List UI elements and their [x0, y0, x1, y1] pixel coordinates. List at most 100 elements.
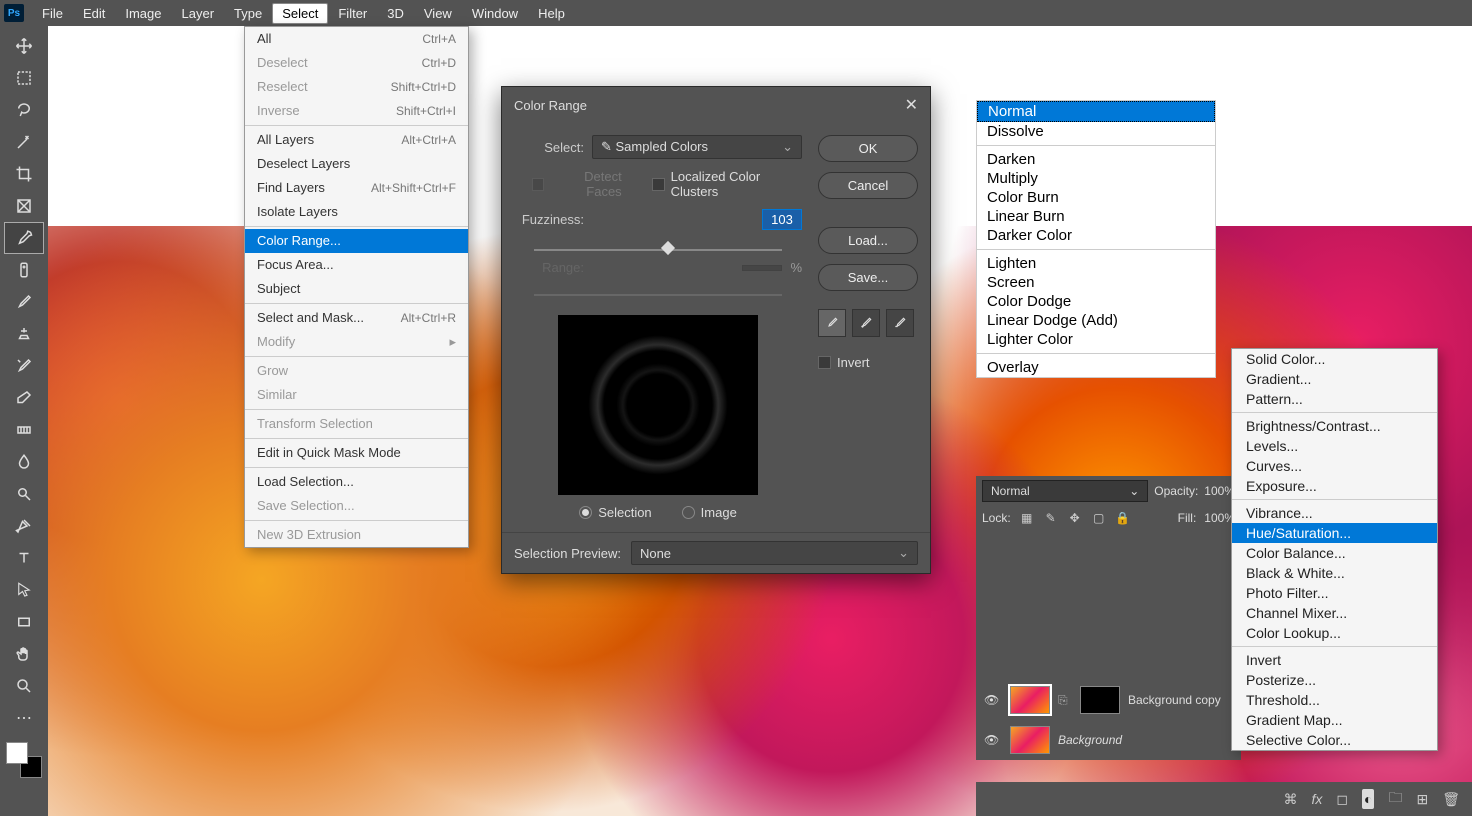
layer-thumbnail[interactable] [1010, 726, 1050, 754]
blend-mode-multiply[interactable]: Multiply [977, 169, 1215, 188]
lock-image-icon[interactable]: ✎ [1043, 510, 1059, 526]
layer-mask-thumbnail[interactable] [1080, 686, 1120, 714]
menubar-select[interactable]: Select [272, 3, 328, 24]
menu-item-load-selection-[interactable]: Load Selection... [245, 470, 468, 494]
crop-tool[interactable] [4, 158, 44, 190]
adjustment-curves-[interactable]: Curves... [1232, 456, 1437, 476]
layer-name[interactable]: Background [1058, 733, 1122, 747]
eyedropper-plus-icon[interactable] [852, 309, 880, 337]
blend-mode-lighten[interactable]: Lighten [977, 254, 1215, 273]
layer-thumbnail[interactable] [1010, 686, 1050, 714]
load-button[interactable]: Load... [818, 227, 918, 254]
blend-mode-dissolve[interactable]: Dissolve [977, 122, 1215, 141]
adjustment-invert[interactable]: Invert [1232, 650, 1437, 670]
menubar-file[interactable]: File [32, 3, 73, 24]
adjustment-layer-icon[interactable]: ◐ [1362, 789, 1374, 809]
menubar-help[interactable]: Help [528, 3, 575, 24]
close-icon[interactable]: ✕ [905, 95, 918, 115]
adjustment-levels-[interactable]: Levels... [1232, 436, 1437, 456]
hand-tool[interactable] [4, 638, 44, 670]
healing-brush-tool[interactable] [4, 254, 44, 286]
brush-tool[interactable] [4, 286, 44, 318]
adjustment-brightness-contrast-[interactable]: Brightness/Contrast... [1232, 416, 1437, 436]
delete-layer-icon[interactable]: 🗑 [1442, 791, 1460, 808]
adjustment-hue-saturation-[interactable]: Hue/Saturation... [1232, 523, 1437, 543]
menubar-3d[interactable]: 3D [377, 3, 414, 24]
adjustment-gradient-[interactable]: Gradient... [1232, 369, 1437, 389]
menu-item-isolate-layers[interactable]: Isolate Layers [245, 200, 468, 224]
link-layers-icon[interactable]: ⌘ [1284, 791, 1298, 808]
color-swatches[interactable] [6, 742, 42, 778]
menubar-edit[interactable]: Edit [73, 3, 115, 24]
menu-item-select-and-mask-[interactable]: Select and Mask...Alt+Ctrl+R [245, 306, 468, 330]
adjustment-solid-color-[interactable]: Solid Color... [1232, 349, 1437, 369]
adjustment-photo-filter-[interactable]: Photo Filter... [1232, 583, 1437, 603]
blend-mode-linear-dodge-add-[interactable]: Linear Dodge (Add) [977, 311, 1215, 330]
lasso-tool[interactable] [4, 94, 44, 126]
menu-item-find-layers[interactable]: Find LayersAlt+Shift+Ctrl+F [245, 176, 468, 200]
invert-checkbox[interactable] [818, 356, 831, 369]
menu-item-subject[interactable]: Subject [245, 277, 468, 301]
lock-position-icon[interactable]: ✥ [1067, 510, 1083, 526]
lock-artboard-icon[interactable]: ▢ [1091, 510, 1107, 526]
blend-mode-darken[interactable]: Darken [977, 150, 1215, 169]
localized-clusters-checkbox[interactable] [652, 178, 664, 191]
adjustment-color-lookup-[interactable]: Color Lookup... [1232, 623, 1437, 643]
eraser-tool[interactable] [4, 382, 44, 414]
menubar-filter[interactable]: Filter [328, 3, 377, 24]
ok-button[interactable]: OK [818, 135, 918, 162]
eyedropper-minus-icon[interactable] [886, 309, 914, 337]
adjustment-exposure-[interactable]: Exposure... [1232, 476, 1437, 496]
visibility-icon[interactable]: 👁 [984, 733, 1002, 747]
blend-mode-lighter-color[interactable]: Lighter Color [977, 330, 1215, 349]
adjustment-vibrance-[interactable]: Vibrance... [1232, 503, 1437, 523]
gradient-tool[interactable] [4, 414, 44, 446]
lock-all-icon[interactable]: 🔒 [1115, 510, 1131, 526]
selection-radio[interactable] [579, 506, 592, 519]
new-layer-icon[interactable]: ⊞ [1416, 791, 1428, 808]
blend-mode-linear-burn[interactable]: Linear Burn [977, 207, 1215, 226]
adjustment-threshold-[interactable]: Threshold... [1232, 690, 1437, 710]
marquee-tool[interactable] [4, 62, 44, 94]
adjustment-selective-color-[interactable]: Selective Color... [1232, 730, 1437, 750]
eyedropper-icon[interactable] [818, 309, 846, 337]
menu-item-color-range-[interactable]: Color Range... [245, 229, 468, 253]
dodge-tool[interactable] [4, 478, 44, 510]
mask-link-icon[interactable]: ⎘ [1058, 693, 1072, 708]
menubar-layer[interactable]: Layer [172, 3, 225, 24]
path-selection-tool[interactable] [4, 574, 44, 606]
blend-mode-color-burn[interactable]: Color Burn [977, 188, 1215, 207]
layer-mask-icon[interactable]: ◻ [1336, 791, 1348, 808]
layer-row[interactable]: 👁 ⎘ Background copy [976, 680, 1241, 720]
rectangle-tool[interactable] [4, 606, 44, 638]
zoom-tool[interactable] [4, 670, 44, 702]
adjustment-posterize-[interactable]: Posterize... [1232, 670, 1437, 690]
history-brush-tool[interactable] [4, 350, 44, 382]
adjustment-gradient-map-[interactable]: Gradient Map... [1232, 710, 1437, 730]
magic-wand-tool[interactable] [4, 126, 44, 158]
adjustment-black-white-[interactable]: Black & White... [1232, 563, 1437, 583]
blend-mode-overlay[interactable]: Overlay [977, 358, 1215, 377]
adjustment-channel-mixer-[interactable]: Channel Mixer... [1232, 603, 1437, 623]
menu-item-edit-in-quick-mask-mode[interactable]: Edit in Quick Mask Mode [245, 441, 468, 465]
menubar-window[interactable]: Window [462, 3, 528, 24]
move-tool[interactable] [4, 30, 44, 62]
adjustment-pattern-[interactable]: Pattern... [1232, 389, 1437, 409]
blend-mode-darker-color[interactable]: Darker Color [977, 226, 1215, 245]
frame-tool[interactable] [4, 190, 44, 222]
type-tool[interactable] [4, 542, 44, 574]
fuzziness-slider[interactable] [534, 240, 782, 260]
layer-row[interactable]: 👁 Background [976, 720, 1241, 760]
blur-tool[interactable] [4, 446, 44, 478]
fuzziness-input[interactable]: 103 [762, 209, 802, 230]
cancel-button[interactable]: Cancel [818, 172, 918, 199]
sampled-colors-dropdown[interactable]: ✎ Sampled Colors [592, 135, 802, 159]
foreground-color-swatch[interactable] [6, 742, 28, 764]
menubar-type[interactable]: Type [224, 3, 272, 24]
menu-item-all[interactable]: AllCtrl+A [245, 27, 468, 51]
menubar-image[interactable]: Image [115, 3, 171, 24]
group-icon[interactable]: 🗀 [1388, 787, 1402, 811]
selection-preview-dropdown[interactable]: None [631, 541, 918, 565]
layer-name[interactable]: Background copy [1128, 693, 1221, 707]
eyedropper-tool[interactable] [4, 222, 44, 254]
